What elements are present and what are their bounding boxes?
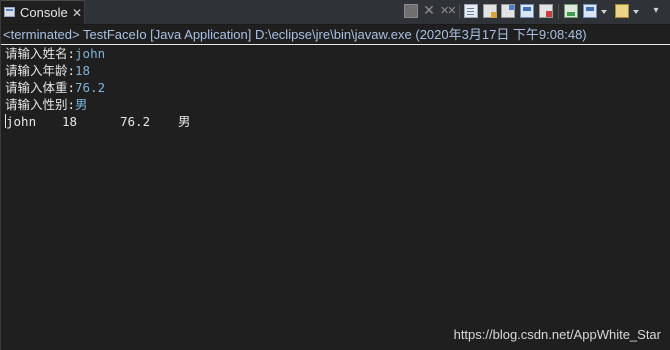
prompt-text: 请输入性别: [5,97,76,112]
output-weight: 76.2 [120,114,151,129]
view-menu-icon[interactable]: ▾ [649,4,663,18]
prompt-text: 请输入年龄: [5,63,76,78]
user-input-text: 男 [75,97,88,112]
show-on-stdout-icon[interactable] [520,4,534,18]
output-name: john [6,114,37,129]
clear-console-icon[interactable] [464,4,478,18]
show-on-stderr-icon[interactable] [539,4,553,18]
console-output[interactable]: 请输入姓名:john 请输入年龄:18 请输入体重:76.2 请输入性别:男 j… [5,45,665,130]
console-output-line: john 18 76.2 男 [5,113,665,130]
tab-console[interactable]: Console ✕ [1,0,85,24]
console-view: Console ✕ ✕ ✕✕ ▾ <terminated> TestFaceIo… [0,0,670,350]
process-status: <terminated> TestFaceIo [Java Applicatio… [3,27,587,42]
output-gender: 男 [178,114,191,129]
prompt-text: 请输入姓名: [5,46,76,61]
tab-label: Console [20,5,68,20]
close-icon[interactable]: ✕ [72,5,82,21]
remove-all-terminated-icon[interactable]: ✕✕ [440,4,456,18]
console-line: 请输入年龄:18 [5,62,665,79]
scroll-lock-icon[interactable] [483,4,497,18]
remove-launch-icon[interactable]: ✕ [422,4,436,18]
open-console-icon[interactable] [615,4,629,18]
output-age: 18 [62,114,78,129]
toolbar-separator [558,4,559,19]
chevron-down-icon[interactable] [601,10,607,14]
view-tab-bar: Console ✕ ✕ ✕✕ ▾ [1,0,670,25]
user-input-text: 18 [75,63,91,78]
chevron-down-icon[interactable] [633,10,639,14]
pin-console-icon[interactable] [564,4,578,18]
console-line: 请输入体重:76.2 [5,79,665,96]
prompt-text: 请输入体重: [5,80,76,95]
console-line: 请输入性别:男 [5,96,665,113]
user-input-text: john [75,46,106,61]
watermark: https://blog.csdn.net/AppWhite_Star [453,327,661,342]
word-wrap-icon[interactable] [501,4,515,18]
console-icon [4,7,15,17]
console-line: 请输入姓名:john [5,45,665,62]
user-input-text: 76.2 [75,80,106,95]
display-selected-console-icon[interactable] [583,4,597,18]
toolbar-separator [459,4,460,19]
terminate-icon[interactable] [404,4,418,18]
